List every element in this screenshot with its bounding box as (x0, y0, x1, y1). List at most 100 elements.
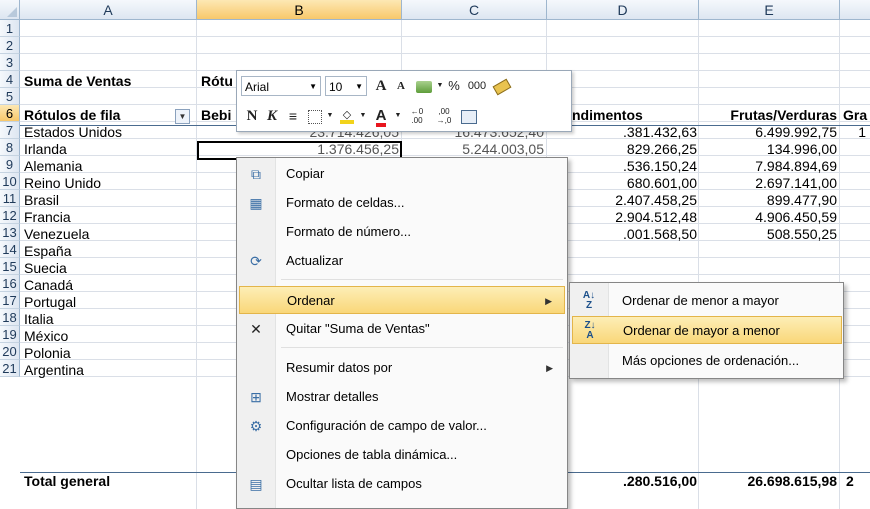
percent-style-button[interactable]: % (445, 76, 463, 96)
row-label-cell[interactable]: Estados Unidos (24, 124, 196, 141)
row-header-17[interactable]: 17 (0, 292, 20, 309)
row-header-20[interactable]: 20 (0, 343, 20, 360)
total-general-d[interactable]: .280.516,00 (549, 473, 697, 490)
context-menu-item-1[interactable]: ▦ Formato de celdas... (239, 189, 565, 217)
row-label-cell[interactable]: Polonia (24, 345, 196, 362)
row-label-cell[interactable]: Argentina (24, 362, 196, 379)
value-cell-e[interactable] (699, 260, 837, 277)
row-label-cell[interactable]: Reino Unido (24, 175, 196, 192)
context-menu-item-7[interactable]: ⊞ Mostrar detalles (239, 383, 565, 411)
row-header-8[interactable]: 8 (0, 139, 20, 156)
column-header-a[interactable]: A (20, 0, 197, 20)
column-header-f[interactable] (840, 0, 870, 20)
value-cell-d[interactable] (549, 243, 697, 260)
shrink-font-button[interactable]: A (392, 76, 410, 96)
value-cell-e[interactable]: 134.996,00 (699, 141, 837, 158)
value-cell-e[interactable]: 4.906.450,59 (699, 209, 837, 226)
center-align-button[interactable]: ≡ (283, 106, 303, 126)
bold-button[interactable]: N (243, 106, 261, 126)
context-menu-item-2[interactable]: Formato de número... (239, 218, 565, 246)
column-header-d[interactable]: D (547, 0, 699, 20)
context-menu-item-4[interactable]: Ordenar ▶ (239, 286, 565, 314)
cell-c6[interactable]: 5.244.003,05 (404, 141, 544, 158)
value-cell-d[interactable]: 2.407.458,25 (549, 192, 697, 209)
row-label-cell[interactable]: Francia (24, 209, 196, 226)
chevron-down-icon[interactable]: ▼ (359, 106, 367, 126)
value-cell-e[interactable]: 508.550,25 (699, 226, 837, 243)
value-cell-e[interactable]: 899.477,90 (699, 192, 837, 209)
row-label-cell[interactable]: Canadá (24, 277, 196, 294)
context-menu-item-8[interactable]: ⚙ Configuración de campo de valor... (239, 412, 565, 440)
row-header-14[interactable]: 14 (0, 241, 20, 258)
row-label-cell[interactable]: Brasil (24, 192, 196, 209)
row-header-10[interactable]: 10 (0, 173, 20, 190)
row-labels-filter-button[interactable]: ▼ (175, 109, 190, 124)
row-header-18[interactable]: 18 (0, 309, 20, 326)
increase-decimal-button[interactable]: ←0 .00 (405, 106, 429, 126)
row-header-6[interactable]: 6 (0, 105, 20, 122)
value-cell-d[interactable]: .536.150,24 (549, 158, 697, 175)
total-general-f[interactable]: 2 (846, 473, 868, 490)
value-cell-d[interactable]: 829.266,25 (549, 141, 697, 158)
row-header-4[interactable]: 4 (0, 71, 20, 88)
value-cell-e[interactable]: 2.697.141,00 (699, 175, 837, 192)
row-label-cell[interactable]: Suecia (24, 260, 196, 277)
accounting-format-button[interactable] (413, 76, 435, 96)
row-label-cell[interactable]: Portugal (24, 294, 196, 311)
context-menu-item-5[interactable]: ✕ Quitar "Suma de Ventas" (239, 315, 565, 343)
context-menu-item-3[interactable]: ⟳ Actualizar (239, 247, 565, 275)
total-general-e[interactable]: 26.698.615,98 (699, 473, 837, 490)
format-painter-button[interactable] (491, 76, 513, 96)
row-label-cell[interactable]: España (24, 243, 196, 260)
row-header-7[interactable]: 7 (0, 122, 20, 139)
value-cell-d[interactable]: 680.601,00 (549, 175, 697, 192)
font-size-box[interactable]: 10 ▼ (325, 76, 367, 96)
row-header-2[interactable]: 2 (0, 37, 20, 54)
value-cell-e[interactable]: 6.499.992,75 (699, 124, 837, 141)
italic-button[interactable]: K (263, 106, 281, 126)
grow-font-button[interactable]: A (371, 76, 391, 96)
value-cell-d[interactable] (549, 260, 697, 277)
row-header-11[interactable]: 11 (0, 190, 20, 207)
sort-submenu-item-1[interactable]: Z↓ A Ordenar de mayor a menor (572, 316, 842, 344)
sort-submenu-item-2[interactable]: Más opciones de ordenación... (572, 347, 842, 375)
row-label-cell[interactable]: Italia (24, 311, 196, 328)
borders-button[interactable] (305, 106, 325, 126)
context-menu-item-9[interactable]: Opciones de tabla dinámica... (239, 441, 565, 469)
row-header-5[interactable]: 5 (0, 88, 20, 105)
context-menu-item-10[interactable]: ▤ Ocultar lista de campos (239, 470, 565, 498)
sort-submenu-item-0[interactable]: A↓ Z Ordenar de menor a mayor (572, 287, 842, 315)
row-header-21[interactable]: 21 (0, 360, 20, 377)
row-header-1[interactable]: 1 (0, 20, 20, 37)
row-label-cell[interactable]: Venezuela (24, 226, 196, 243)
row-header-13[interactable]: 13 (0, 224, 20, 241)
fill-color-button[interactable]: ◇ (336, 106, 358, 126)
chevron-down-icon[interactable]: ▼ (394, 106, 402, 126)
decrease-decimal-button[interactable]: ,00 →,0 (432, 106, 456, 126)
row-label-cell[interactable]: Irlanda (24, 141, 196, 158)
font-name-box[interactable]: Arial ▼ (241, 76, 321, 96)
chevron-down-icon[interactable]: ▼ (436, 76, 444, 96)
cell-f5[interactable]: 1 (842, 124, 866, 141)
value-cell-d[interactable]: .001.568,50 (549, 226, 697, 243)
row-header-16[interactable]: 16 (0, 275, 20, 292)
row-header-12[interactable]: 12 (0, 207, 20, 224)
row-label-cell[interactable]: México (24, 328, 196, 345)
select-all-corner[interactable] (0, 0, 20, 20)
row-header-15[interactable]: 15 (0, 258, 20, 275)
chevron-down-icon[interactable]: ▼ (326, 106, 334, 126)
row-label-cell[interactable]: Alemania (24, 158, 196, 175)
context-menu-item-6[interactable]: Resumir datos por ▶ (239, 354, 565, 382)
value-cell-d[interactable]: 2.904.512,48 (549, 209, 697, 226)
row-header-9[interactable]: 9 (0, 156, 20, 173)
font-color-button[interactable]: A (370, 106, 392, 127)
column-header-e[interactable]: E (699, 0, 840, 20)
row-header-19[interactable]: 19 (0, 326, 20, 343)
thousands-separator-button[interactable]: 000 (465, 76, 489, 96)
merge-center-button[interactable] (459, 106, 479, 126)
context-menu-item-0[interactable]: ⧉ Copiar (239, 160, 565, 188)
column-header-b[interactable]: B (197, 0, 402, 20)
row-header-3[interactable]: 3 (0, 54, 20, 71)
value-cell-e[interactable] (699, 243, 837, 260)
column-header-c[interactable]: C (402, 0, 547, 20)
